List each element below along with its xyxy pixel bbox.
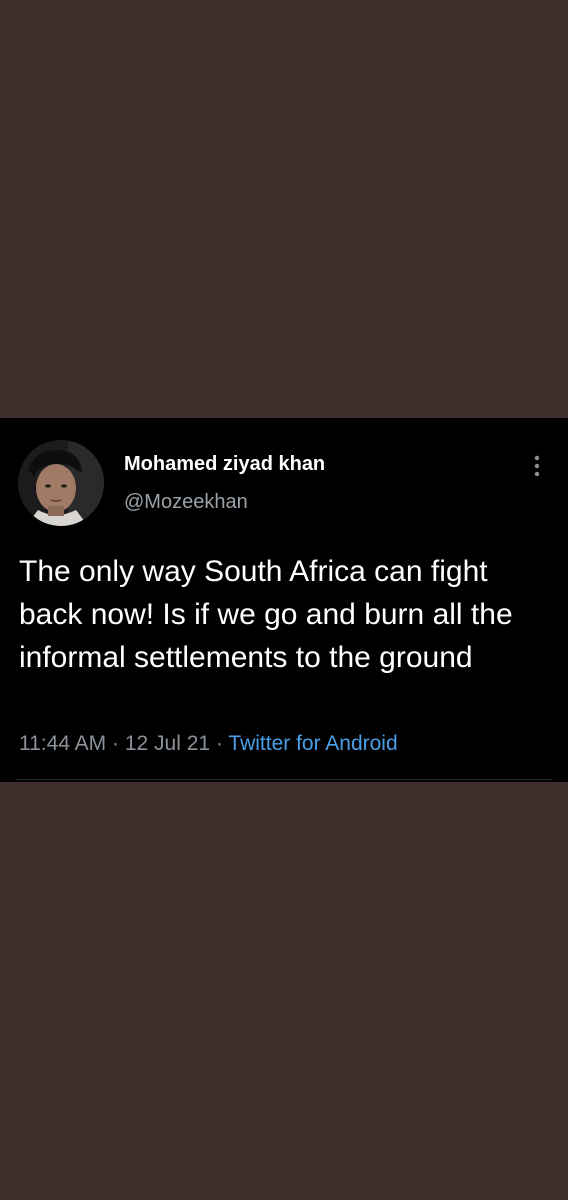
- author-handle[interactable]: @Mozeekhan: [124, 491, 248, 514]
- tweet-time[interactable]: 11:44 AM: [19, 732, 106, 755]
- meta-separator: ·: [215, 732, 223, 755]
- meta-separator: ·: [112, 732, 120, 755]
- divider: [16, 779, 552, 780]
- more-vertical-icon: [534, 455, 540, 477]
- tweet-text: The only way South Africa can fight back…: [19, 555, 513, 674]
- avatar[interactable]: [18, 440, 104, 526]
- tweet-source-link[interactable]: Twitter for Android: [228, 732, 397, 755]
- tweet-meta: 11:44 AM · 12 Jul 21 · Twitter for Andro…: [19, 732, 398, 756]
- author-name[interactable]: Mohamed ziyad khan: [124, 453, 325, 476]
- avatar-image: [18, 440, 104, 526]
- tweet-date[interactable]: 12 Jul 21: [125, 732, 210, 755]
- more-options-button[interactable]: [524, 452, 550, 482]
- tweet-card[interactable]: Mohamed ziyad khan @Mozeekhan The only w…: [0, 418, 568, 782]
